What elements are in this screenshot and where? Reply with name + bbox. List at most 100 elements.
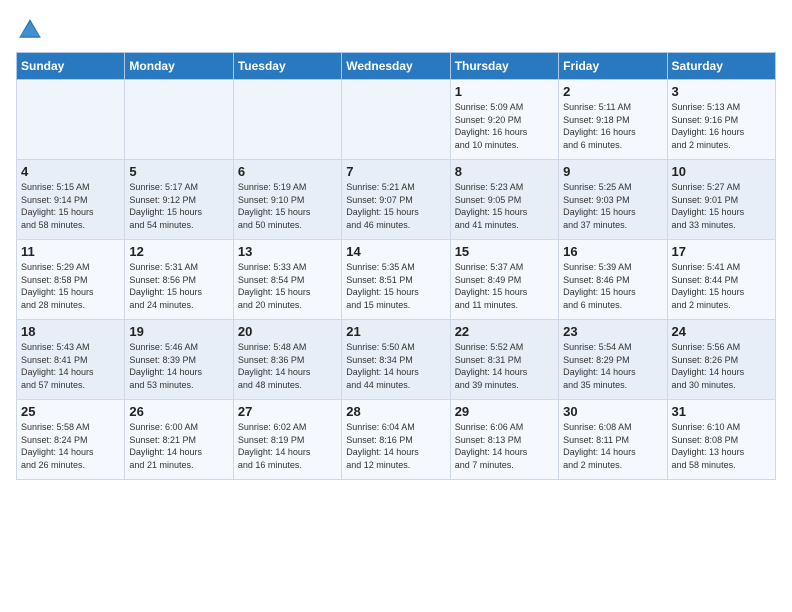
day-detail: Sunrise: 5:46 AM Sunset: 8:39 PM Dayligh…: [129, 341, 228, 391]
day-cell: [125, 80, 233, 160]
day-number: 23: [563, 324, 662, 339]
day-detail: Sunrise: 5:56 AM Sunset: 8:26 PM Dayligh…: [672, 341, 771, 391]
day-number: 30: [563, 404, 662, 419]
day-number: 6: [238, 164, 337, 179]
day-cell: 30 Sunrise: 6:08 AM Sunset: 8:11 PM Dayli…: [559, 400, 667, 480]
day-cell: [233, 80, 341, 160]
day-header-sunday: Sunday: [17, 53, 125, 80]
day-detail: Sunrise: 6:08 AM Sunset: 8:11 PM Dayligh…: [563, 421, 662, 471]
day-detail: Sunrise: 5:54 AM Sunset: 8:29 PM Dayligh…: [563, 341, 662, 391]
day-number: 26: [129, 404, 228, 419]
week-row-4: 18 Sunrise: 5:43 AM Sunset: 8:41 PM Dayli…: [17, 320, 776, 400]
day-number: 25: [21, 404, 120, 419]
day-number: 28: [346, 404, 445, 419]
day-number: 18: [21, 324, 120, 339]
day-cell: 8 Sunrise: 5:23 AM Sunset: 9:05 PM Daylig…: [450, 160, 558, 240]
week-row-2: 4Sunrise: 5:15 AM Sunset: 9:14 PM Daylig…: [17, 160, 776, 240]
header-row: SundayMondayTuesdayWednesdayThursdayFrid…: [17, 53, 776, 80]
day-detail: Sunrise: 5:15 AM Sunset: 9:14 PM Dayligh…: [21, 181, 120, 231]
day-detail: Sunrise: 5:25 AM Sunset: 9:03 PM Dayligh…: [563, 181, 662, 231]
day-number: 20: [238, 324, 337, 339]
week-row-3: 11Sunrise: 5:29 AM Sunset: 8:58 PM Dayli…: [17, 240, 776, 320]
day-number: 5: [129, 164, 228, 179]
day-number: 22: [455, 324, 554, 339]
week-row-5: 25 Sunrise: 5:58 AM Sunset: 8:24 PM Dayli…: [17, 400, 776, 480]
day-cell: 31 Sunrise: 6:10 AM Sunset: 8:08 PM Dayli…: [667, 400, 775, 480]
logo: [16, 16, 48, 44]
day-detail: Sunrise: 5:19 AM Sunset: 9:10 PM Dayligh…: [238, 181, 337, 231]
day-cell: 15 Sunrise: 5:37 AM Sunset: 8:49 PM Dayli…: [450, 240, 558, 320]
day-detail: Sunrise: 5:39 AM Sunset: 8:46 PM Dayligh…: [563, 261, 662, 311]
day-cell: [17, 80, 125, 160]
day-cell: 11Sunrise: 5:29 AM Sunset: 8:58 PM Dayli…: [17, 240, 125, 320]
day-cell: 1 Sunrise: 5:09 AM Sunset: 9:20 PM Daylig…: [450, 80, 558, 160]
day-detail: Sunrise: 5:21 AM Sunset: 9:07 PM Dayligh…: [346, 181, 445, 231]
day-number: 7: [346, 164, 445, 179]
day-cell: 20 Sunrise: 5:48 AM Sunset: 8:36 PM Dayli…: [233, 320, 341, 400]
day-number: 27: [238, 404, 337, 419]
day-detail: Sunrise: 5:27 AM Sunset: 9:01 PM Dayligh…: [672, 181, 771, 231]
day-cell: 28 Sunrise: 6:04 AM Sunset: 8:16 PM Dayli…: [342, 400, 450, 480]
day-number: 19: [129, 324, 228, 339]
day-cell: 26 Sunrise: 6:00 AM Sunset: 8:21 PM Dayli…: [125, 400, 233, 480]
day-detail: Sunrise: 6:02 AM Sunset: 8:19 PM Dayligh…: [238, 421, 337, 471]
day-detail: Sunrise: 5:37 AM Sunset: 8:49 PM Dayligh…: [455, 261, 554, 311]
day-cell: 10 Sunrise: 5:27 AM Sunset: 9:01 PM Dayli…: [667, 160, 775, 240]
day-cell: 27 Sunrise: 6:02 AM Sunset: 8:19 PM Dayli…: [233, 400, 341, 480]
day-detail: Sunrise: 6:10 AM Sunset: 8:08 PM Dayligh…: [672, 421, 771, 471]
day-cell: 4Sunrise: 5:15 AM Sunset: 9:14 PM Daylig…: [17, 160, 125, 240]
day-cell: 17Sunrise: 5:41 AM Sunset: 8:44 PM Dayli…: [667, 240, 775, 320]
day-number: 15: [455, 244, 554, 259]
day-cell: 23 Sunrise: 5:54 AM Sunset: 8:29 PM Dayli…: [559, 320, 667, 400]
day-detail: Sunrise: 5:33 AM Sunset: 8:54 PM Dayligh…: [238, 261, 337, 311]
day-detail: Sunrise: 6:04 AM Sunset: 8:16 PM Dayligh…: [346, 421, 445, 471]
day-cell: 2 Sunrise: 5:11 AM Sunset: 9:18 PM Daylig…: [559, 80, 667, 160]
day-detail: Sunrise: 5:09 AM Sunset: 9:20 PM Dayligh…: [455, 101, 554, 151]
day-detail: Sunrise: 6:00 AM Sunset: 8:21 PM Dayligh…: [129, 421, 228, 471]
day-number: 16: [563, 244, 662, 259]
day-detail: Sunrise: 5:58 AM Sunset: 8:24 PM Dayligh…: [21, 421, 120, 471]
day-detail: Sunrise: 5:31 AM Sunset: 8:56 PM Dayligh…: [129, 261, 228, 311]
day-detail: Sunrise: 5:23 AM Sunset: 9:05 PM Dayligh…: [455, 181, 554, 231]
day-cell: 12Sunrise: 5:31 AM Sunset: 8:56 PM Dayli…: [125, 240, 233, 320]
day-number: 13: [238, 244, 337, 259]
day-number: 10: [672, 164, 771, 179]
day-header-friday: Friday: [559, 53, 667, 80]
day-cell: 24 Sunrise: 5:56 AM Sunset: 8:26 PM Dayli…: [667, 320, 775, 400]
day-number: 14: [346, 244, 445, 259]
day-cell: 3 Sunrise: 5:13 AM Sunset: 9:16 PM Daylig…: [667, 80, 775, 160]
day-cell: 5Sunrise: 5:17 AM Sunset: 9:12 PM Daylig…: [125, 160, 233, 240]
day-cell: 7 Sunrise: 5:21 AM Sunset: 9:07 PM Daylig…: [342, 160, 450, 240]
day-number: 31: [672, 404, 771, 419]
calendar-table: SundayMondayTuesdayWednesdayThursdayFrid…: [16, 52, 776, 480]
day-detail: Sunrise: 5:29 AM Sunset: 8:58 PM Dayligh…: [21, 261, 120, 311]
day-cell: 9 Sunrise: 5:25 AM Sunset: 9:03 PM Daylig…: [559, 160, 667, 240]
day-cell: [342, 80, 450, 160]
day-number: 9: [563, 164, 662, 179]
day-number: 2: [563, 84, 662, 99]
day-detail: Sunrise: 5:48 AM Sunset: 8:36 PM Dayligh…: [238, 341, 337, 391]
day-number: 8: [455, 164, 554, 179]
day-number: 1: [455, 84, 554, 99]
day-cell: 14Sunrise: 5:35 AM Sunset: 8:51 PM Dayli…: [342, 240, 450, 320]
day-number: 17: [672, 244, 771, 259]
day-cell: 18 Sunrise: 5:43 AM Sunset: 8:41 PM Dayli…: [17, 320, 125, 400]
day-number: 29: [455, 404, 554, 419]
day-detail: Sunrise: 5:50 AM Sunset: 8:34 PM Dayligh…: [346, 341, 445, 391]
day-detail: Sunrise: 5:52 AM Sunset: 8:31 PM Dayligh…: [455, 341, 554, 391]
day-cell: 22 Sunrise: 5:52 AM Sunset: 8:31 PM Dayli…: [450, 320, 558, 400]
day-number: 21: [346, 324, 445, 339]
day-header-tuesday: Tuesday: [233, 53, 341, 80]
day-header-saturday: Saturday: [667, 53, 775, 80]
day-detail: Sunrise: 5:13 AM Sunset: 9:16 PM Dayligh…: [672, 101, 771, 151]
day-cell: 21 Sunrise: 5:50 AM Sunset: 8:34 PM Dayli…: [342, 320, 450, 400]
day-cell: 16 Sunrise: 5:39 AM Sunset: 8:46 PM Dayli…: [559, 240, 667, 320]
day-detail: Sunrise: 5:43 AM Sunset: 8:41 PM Dayligh…: [21, 341, 120, 391]
day-number: 3: [672, 84, 771, 99]
day-number: 24: [672, 324, 771, 339]
day-cell: 13 Sunrise: 5:33 AM Sunset: 8:54 PM Dayli…: [233, 240, 341, 320]
day-cell: 19 Sunrise: 5:46 AM Sunset: 8:39 PM Dayli…: [125, 320, 233, 400]
day-detail: Sunrise: 5:11 AM Sunset: 9:18 PM Dayligh…: [563, 101, 662, 151]
header: [16, 16, 776, 44]
day-header-thursday: Thursday: [450, 53, 558, 80]
